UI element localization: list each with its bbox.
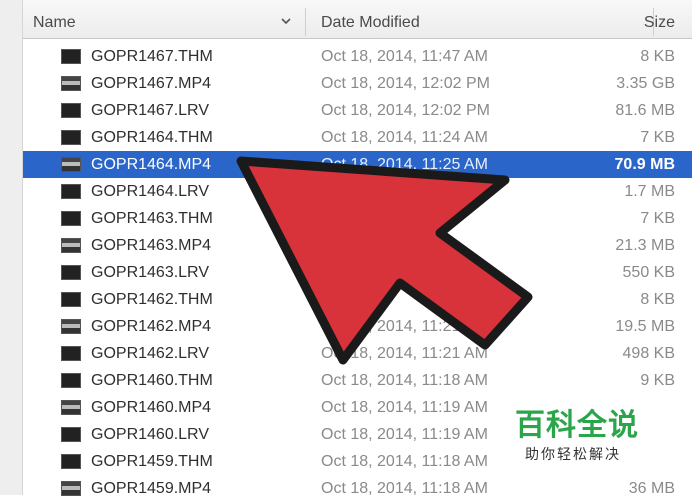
video-file-icon bbox=[61, 400, 81, 415]
file-row[interactable]: GOPR1464.MP4 Oct 18, 2014, 11:25 AM 70.9 M… bbox=[23, 151, 692, 178]
file-size: 3.35 GB bbox=[616, 75, 675, 92]
watermark-title: 百科全说 bbox=[515, 409, 639, 442]
file-date-modified: Oct 18, 2014, 12:02 PM bbox=[321, 75, 490, 92]
file-size: 7 KB bbox=[640, 129, 675, 146]
file-icon bbox=[61, 49, 81, 64]
file-icon bbox=[61, 454, 81, 469]
file-size: 19.5 MB bbox=[615, 318, 675, 335]
file-name: GOPR1460.MP4 bbox=[91, 399, 212, 416]
file-name: GOPR1467.MP4 bbox=[91, 75, 212, 92]
video-file-icon bbox=[61, 238, 81, 253]
video-file-icon bbox=[61, 319, 81, 334]
file-date-modified: Oct 18, 2014, 11:24 AM bbox=[321, 129, 488, 146]
video-file-icon bbox=[61, 76, 81, 91]
file-row[interactable]: GOPR1460.THM Oct 18, 2014, 11:18 AM 9 KB bbox=[23, 367, 692, 394]
file-name: GOPR1463.THM bbox=[91, 210, 213, 227]
file-date-modified: Oct 18, 2014, 11:18 AM bbox=[321, 480, 488, 497]
file-row[interactable]: GOPR1462.LRV Oct 18, 2014, 11:21 AM 498 KB bbox=[23, 340, 692, 367]
file-name: GOPR1462.MP4 bbox=[91, 318, 212, 335]
file-icon bbox=[61, 346, 81, 361]
file-row[interactable]: GOPR1463.THM 7 KB bbox=[23, 205, 692, 232]
file-size: 81.6 MB bbox=[615, 102, 675, 119]
file-date-modified: Oct 18, 2014, 11:25 AM bbox=[321, 156, 488, 173]
file-icon bbox=[61, 184, 81, 199]
file-size: 498 KB bbox=[622, 345, 675, 362]
file-date-modified: Oct 18, 2014, 11:19 AM bbox=[321, 426, 488, 443]
sort-chevron-down-icon[interactable] bbox=[281, 16, 291, 26]
file-size: 8 KB bbox=[640, 48, 675, 65]
file-row[interactable]: GOPR1463.LRV 550 KB bbox=[23, 259, 692, 286]
video-file-icon bbox=[61, 157, 81, 172]
file-name: GOPR1467.LRV bbox=[91, 102, 209, 119]
file-size: 8 KB bbox=[640, 291, 675, 308]
file-size: 21.3 MB bbox=[615, 237, 675, 254]
file-row[interactable]: GOPR1467.THM Oct 18, 2014, 11:47 AM 8 KB bbox=[23, 43, 692, 70]
name-column-header[interactable]: Name bbox=[33, 0, 301, 38]
file-name: GOPR1462.LRV bbox=[91, 345, 209, 362]
file-icon bbox=[61, 427, 81, 442]
file-row[interactable]: GOPR1462.THM 8 KB bbox=[23, 286, 692, 313]
file-name: GOPR1464.LRV bbox=[91, 183, 209, 200]
file-name: GOPR1464.THM bbox=[91, 129, 213, 146]
file-icon bbox=[61, 103, 81, 118]
file-size: 7 KB bbox=[640, 210, 675, 227]
file-row[interactable]: GOPR1467.MP4 Oct 18, 2014, 12:02 PM 3.35 G… bbox=[23, 70, 692, 97]
column-header-bar: Name Date Modified Size bbox=[23, 0, 692, 39]
file-row[interactable]: GOPR1464.THM Oct 18, 2014, 11:24 AM 7 KB bbox=[23, 124, 692, 151]
watermark-logo: 百科全说 助你轻松解决 bbox=[495, 392, 665, 478]
file-row[interactable]: GOPR1464.LRV 1.7 MB bbox=[23, 178, 692, 205]
file-row[interactable]: GOPR1467.LRV Oct 18, 2014, 12:02 PM 81.6 M… bbox=[23, 97, 692, 124]
file-size: 9 KB bbox=[640, 372, 675, 389]
file-name: GOPR1464.MP4 bbox=[91, 156, 212, 173]
file-icon bbox=[61, 265, 81, 280]
file-date-modified: Oct 18, 2014, 12:02 PM bbox=[321, 102, 490, 119]
file-row[interactable]: GOPR1459.MP4 Oct 18, 2014, 11:18 AM 36 MB bbox=[23, 475, 692, 502]
file-name: GOPR1459.MP4 bbox=[91, 480, 212, 497]
file-name: GOPR1459.THM bbox=[91, 453, 213, 470]
file-date-modified: Oct 18, 2014, 11:47 AM bbox=[321, 48, 488, 65]
file-date-modified: Oct 18, 2014, 11:19 AM bbox=[321, 399, 488, 416]
file-name: GOPR1460.THM bbox=[91, 372, 213, 389]
file-name: GOPR1462.THM bbox=[91, 291, 213, 308]
file-name: GOPR1467.THM bbox=[91, 48, 213, 65]
window-margin bbox=[0, 0, 22, 495]
file-icon bbox=[61, 292, 81, 307]
watermark-subtitle: 助你轻松解决 bbox=[525, 446, 621, 462]
file-name: GOPR1460.LRV bbox=[91, 426, 209, 443]
file-size: 550 KB bbox=[622, 264, 675, 281]
file-name: GOPR1463.MP4 bbox=[91, 237, 212, 254]
date-modified-column-header[interactable]: Date Modified bbox=[321, 0, 621, 38]
file-size: 36 MB bbox=[628, 480, 675, 497]
file-date-modified: Oct 18, 2014, 11:18 AM bbox=[321, 453, 488, 470]
file-size: 1.7 MB bbox=[624, 183, 675, 200]
file-name: GOPR1463.LRV bbox=[91, 264, 209, 281]
size-column-header[interactable]: Size bbox=[644, 0, 675, 38]
file-row[interactable]: GOPR1463.MP4 21.3 MB bbox=[23, 232, 692, 259]
file-icon bbox=[61, 373, 81, 388]
file-date-modified: Oct 18, 2014, 11:21 AM bbox=[321, 318, 488, 335]
file-icon bbox=[61, 211, 81, 226]
file-row[interactable]: GOPR1462.MP4 Oct 18, 2014, 11:21 AM 19.5 M… bbox=[23, 313, 692, 340]
file-icon bbox=[61, 130, 81, 145]
video-file-icon bbox=[61, 481, 81, 496]
file-date-modified: Oct 18, 2014, 11:18 AM bbox=[321, 372, 488, 389]
file-date-modified: Oct 18, 2014, 11:21 AM bbox=[321, 345, 488, 362]
file-size: 70.9 MB bbox=[614, 156, 675, 173]
column-divider[interactable] bbox=[305, 8, 306, 36]
